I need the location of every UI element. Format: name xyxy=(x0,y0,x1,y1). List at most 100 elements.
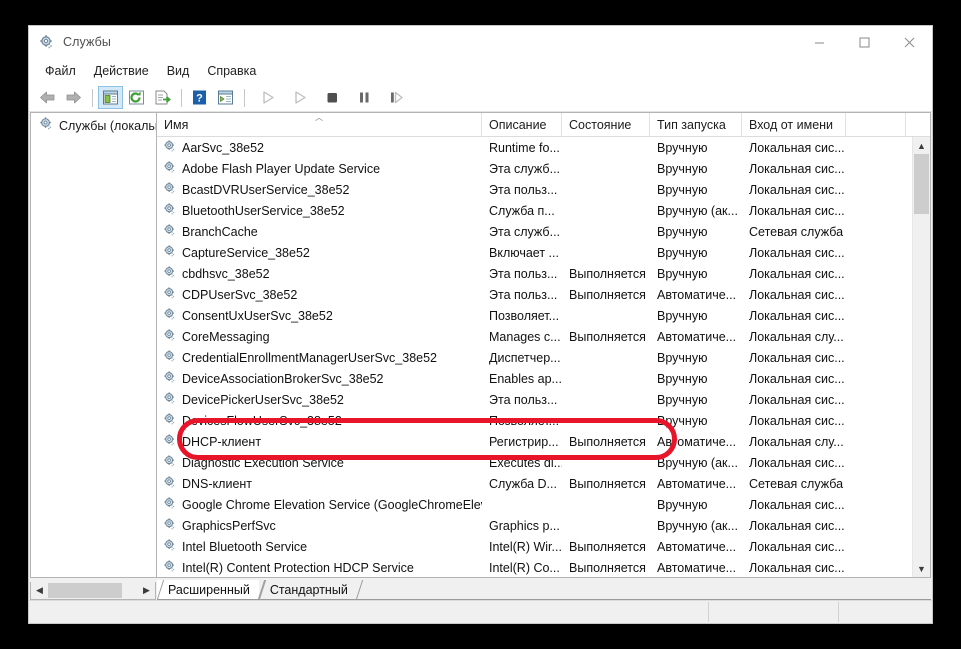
table-row[interactable]: Intel Bluetooth ServiceIntel(R) Wir...Вы… xyxy=(157,536,912,557)
cell-startup: Автоматиче... xyxy=(650,540,742,554)
services-gear-icon xyxy=(39,34,55,50)
services-gear-icon xyxy=(39,116,54,135)
minimize-icon[interactable] xyxy=(797,26,842,58)
cell-name: DNS-клиент xyxy=(157,475,482,492)
tab-standard[interactable]: Стандартный xyxy=(259,580,357,599)
pause-service-icon[interactable] xyxy=(352,86,377,109)
cell-name: DevicePickerUserSvc_38e52 xyxy=(157,391,482,408)
table-row[interactable]: AarSvc_38e52Runtime fo...ВручнуюЛокальна… xyxy=(157,137,912,158)
menu-help[interactable]: Справка xyxy=(198,62,265,80)
column-header-pad[interactable] xyxy=(846,113,906,136)
table-row[interactable]: Diagnostic Execution ServiceExecutes di.… xyxy=(157,452,912,473)
cell-logon: Локальная сис... xyxy=(742,393,846,407)
scroll-left-icon[interactable]: ◀ xyxy=(31,583,48,599)
cell-startup: Вручную xyxy=(650,141,742,155)
table-row[interactable]: DeviceAssociationBrokerSvc_38e52Enables … xyxy=(157,368,912,389)
table-row[interactable]: Google Chrome Elevation Service (GoogleC… xyxy=(157,494,912,515)
services-window: Службы Файл Действие Вид Справка xyxy=(28,25,933,624)
column-header-logon[interactable]: Вход от имени xyxy=(742,113,846,136)
refresh-icon[interactable] xyxy=(124,86,149,109)
service-gear-icon xyxy=(163,475,177,492)
table-row[interactable]: DHCP-клиентРегистрир...ВыполняетсяАвтома… xyxy=(157,431,912,452)
table-row[interactable]: CredentialEnrollmentManagerUserSvc_38e52… xyxy=(157,347,912,368)
vertical-scroll-track[interactable] xyxy=(913,154,930,560)
restart-service-icon[interactable] xyxy=(384,86,409,109)
cell-startup: Вручную xyxy=(650,162,742,176)
services-rows: AarSvc_38e52Runtime fo...ВручнуюЛокальна… xyxy=(157,137,912,577)
table-row[interactable]: CoreMessagingManages c...ВыполняетсяАвто… xyxy=(157,326,912,347)
column-header-startup[interactable]: Тип запуска xyxy=(650,113,742,136)
cell-name: DeviceAssociationBrokerSvc_38e52 xyxy=(157,370,482,387)
service-gear-icon xyxy=(163,160,177,177)
table-row[interactable]: DNS-клиентСлужба D...ВыполняетсяАвтомати… xyxy=(157,473,912,494)
scroll-right-icon[interactable]: ▶ xyxy=(138,583,155,599)
table-row[interactable]: BluetoothUserService_38e52Служба п...Вру… xyxy=(157,200,912,221)
forward-icon[interactable] xyxy=(61,86,86,109)
menu-action[interactable]: Действие xyxy=(85,62,158,80)
service-gear-icon xyxy=(163,265,177,282)
sort-ascending-caret: ︿ xyxy=(315,114,323,122)
column-header-description[interactable]: Описание xyxy=(482,113,562,136)
column-header-label: Вход от имени xyxy=(749,118,833,132)
cell-startup: Вручную (ак... xyxy=(650,456,742,470)
horizontal-scroll-thumb[interactable] xyxy=(48,583,122,598)
table-row[interactable]: ConsentUxUserSvc_38e52Позволяет...Вручну… xyxy=(157,305,912,326)
back-icon[interactable] xyxy=(35,86,60,109)
table-row[interactable]: GraphicsPerfSvcGraphics p...Вручную (ак.… xyxy=(157,515,912,536)
cell-name: ConsentUxUserSvc_38e52 xyxy=(157,307,482,324)
toolbar-separator xyxy=(181,89,182,107)
table-row[interactable]: Adobe Flash Player Update ServiceЭта слу… xyxy=(157,158,912,179)
cell-description: Эта служб... xyxy=(482,162,562,176)
service-name-label: BranchCache xyxy=(182,225,258,239)
cell-description: Эта польз... xyxy=(482,393,562,407)
table-row[interactable]: Intel(R) Content Protection HDCP Service… xyxy=(157,557,912,577)
table-row[interactable]: BranchCacheЭта служб...ВручнуюСетевая сл… xyxy=(157,221,912,242)
cell-logon: Локальная слу... xyxy=(742,330,846,344)
table-row[interactable]: cbdhsvc_38e52Эта польз...ВыполняетсяВруч… xyxy=(157,263,912,284)
vertical-scrollbar[interactable]: ▲ ▼ xyxy=(912,137,930,577)
window-controls xyxy=(797,26,932,58)
table-row[interactable]: BcastDVRUserService_38e52Эта польз...Вру… xyxy=(157,179,912,200)
tree-node-label: Службы (локальн xyxy=(59,119,156,133)
resume-service-icon[interactable] xyxy=(288,86,313,109)
scroll-up-icon[interactable]: ▲ xyxy=(913,137,930,154)
cell-startup: Вручную xyxy=(650,246,742,260)
cell-logon: Локальная сис... xyxy=(742,204,846,218)
table-row[interactable]: DevicesFlowUserSvc_38e52Позволяет...Вруч… xyxy=(157,410,912,431)
tree-horizontal-scrollbar[interactable]: ◀ ▶ xyxy=(30,582,156,600)
cell-name: Intel(R) Content Protection HDCP Service xyxy=(157,559,482,576)
cell-status: Выполняется xyxy=(562,477,650,491)
close-icon[interactable] xyxy=(887,26,932,58)
cell-name: DevicesFlowUserSvc_38e52 xyxy=(157,412,482,429)
menu-view[interactable]: Вид xyxy=(158,62,199,80)
cell-name: AarSvc_38e52 xyxy=(157,139,482,156)
horizontal-scroll-track[interactable] xyxy=(48,583,138,599)
vertical-scroll-thumb[interactable] xyxy=(914,154,929,214)
column-header-status[interactable]: Состояние xyxy=(562,113,650,136)
service-name-label: CaptureService_38e52 xyxy=(182,246,310,260)
scroll-down-icon[interactable]: ▼ xyxy=(913,560,930,577)
maximize-icon[interactable] xyxy=(842,26,887,58)
table-row[interactable]: CDPUserSvc_38e52Эта польз...ВыполняетсяА… xyxy=(157,284,912,305)
service-gear-icon xyxy=(163,370,177,387)
tab-extended[interactable]: Расширенный xyxy=(157,580,259,599)
cell-description: Позволяет... xyxy=(482,309,562,323)
cell-startup: Вручную xyxy=(650,351,742,365)
show-action-pane-icon[interactable] xyxy=(213,86,238,109)
cell-name: BcastDVRUserService_38e52 xyxy=(157,181,482,198)
stop-service-icon[interactable] xyxy=(320,86,345,109)
export-list-icon[interactable] xyxy=(150,86,175,109)
start-service-icon[interactable] xyxy=(256,86,281,109)
tree-node-services-local[interactable]: Службы (локальн xyxy=(31,116,156,135)
service-gear-icon xyxy=(163,307,177,324)
service-name-label: Intel(R) Content Protection HDCP Service xyxy=(182,561,414,575)
table-row[interactable]: CaptureService_38e52Включает ...ВручнуюЛ… xyxy=(157,242,912,263)
help-icon[interactable]: ? xyxy=(187,86,212,109)
column-header-name[interactable]: Имя︿ xyxy=(157,113,482,136)
show-hide-tree-icon[interactable] xyxy=(98,86,123,109)
menu-file[interactable]: Файл xyxy=(36,62,85,80)
table-row[interactable]: DevicePickerUserSvc_38e52Эта польз...Вру… xyxy=(157,389,912,410)
cell-description: Эта служб... xyxy=(482,225,562,239)
service-name-label: DevicePickerUserSvc_38e52 xyxy=(182,393,344,407)
service-gear-icon xyxy=(163,496,177,513)
